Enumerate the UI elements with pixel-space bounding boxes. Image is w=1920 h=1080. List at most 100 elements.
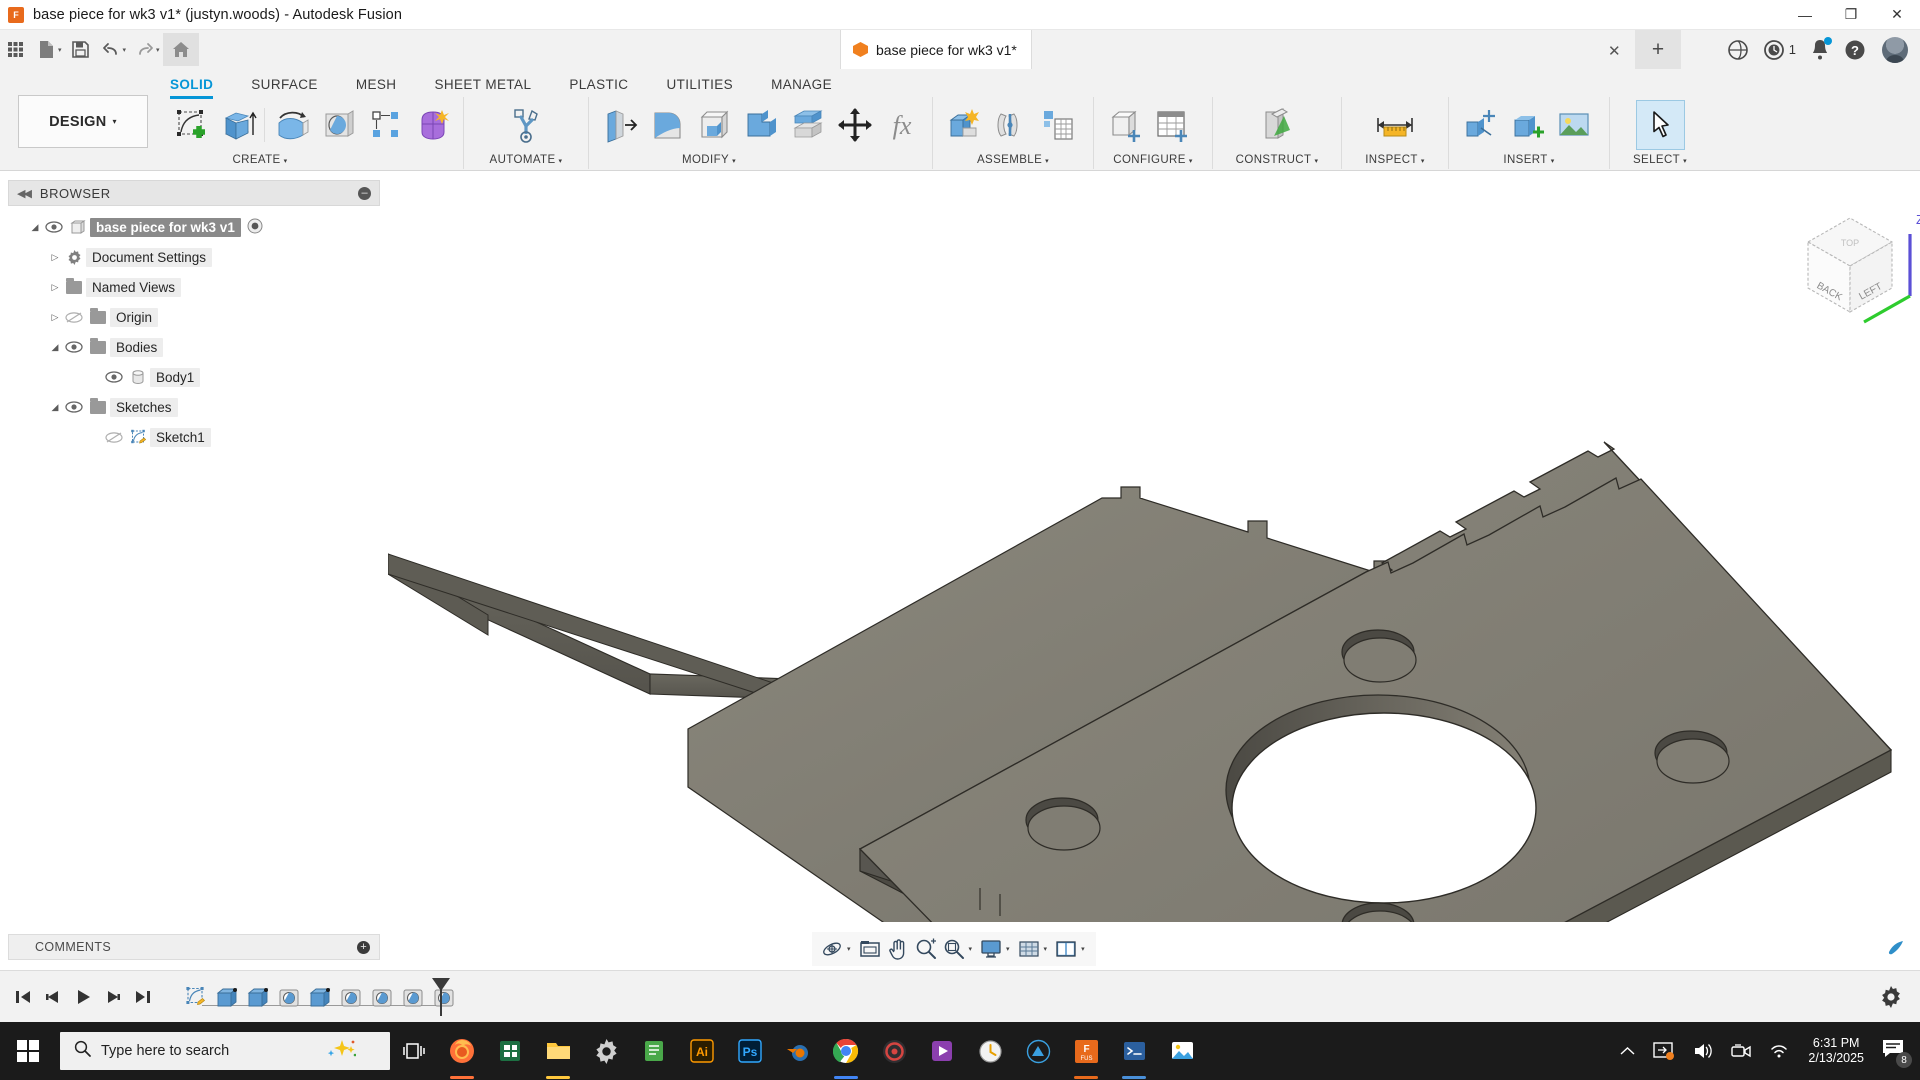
taskbar-blender[interactable] (774, 1022, 822, 1080)
tree-node-origin[interactable]: ▷ Origin (8, 302, 380, 332)
tab-surface[interactable]: SURFACE (251, 73, 318, 99)
onedrive-sync-icon[interactable] (1653, 1041, 1675, 1061)
panel-configure-label[interactable]: CONFIGURE (1113, 154, 1186, 166)
taskbar-clock-app[interactable] (966, 1022, 1014, 1080)
copilot-sparkle-icon[interactable] (324, 1039, 357, 1064)
display-settings-caret[interactable]: ▾ (1006, 945, 1010, 953)
tab-mesh[interactable]: MESH (356, 73, 397, 99)
configure-table-icon[interactable] (1148, 101, 1195, 149)
taskbar-adobe-photoshop[interactable]: Ps (726, 1022, 774, 1080)
timeline-feature-extrude1[interactable] (211, 982, 242, 1012)
bom-icon[interactable] (1034, 101, 1081, 149)
user-avatar[interactable] (1882, 36, 1908, 63)
timeline-marker[interactable] (432, 978, 450, 1016)
insert-canvas-icon[interactable] (1550, 101, 1597, 149)
configuration-icon[interactable] (1101, 101, 1148, 149)
workspace-selector[interactable]: DESIGN ▾ (18, 95, 148, 148)
wifi-icon[interactable] (1769, 1043, 1789, 1059)
document-tab-close-icon[interactable]: ✕ (1608, 42, 1621, 60)
panel-configure-caret[interactable]: ▾ (1189, 158, 1193, 165)
fusion-status-icon[interactable] (1886, 938, 1906, 958)
tree-node-sketch1[interactable]: Sketch1 (8, 422, 380, 452)
timeline-feature-extrude2[interactable] (242, 982, 273, 1012)
grid-snaps-icon[interactable] (1015, 935, 1043, 963)
orbit-caret[interactable]: ▾ (847, 945, 851, 953)
timeline-feature-extrude3[interactable] (304, 982, 335, 1012)
taskbar-adobe-illustrator[interactable]: Ai (678, 1022, 726, 1080)
body1-visibility-icon[interactable] (102, 371, 126, 383)
step-forward-icon[interactable] (98, 982, 128, 1012)
tree-node-document-settings[interactable]: ▷ Document Settings (8, 242, 380, 272)
model-render[interactable]: BACK LEFT TOP Z (388, 180, 1920, 922)
job-status-icon[interactable] (1763, 39, 1785, 61)
panel-create-label[interactable]: CREATE (232, 154, 280, 166)
tab-utilities[interactable]: UTILITIES (666, 73, 733, 99)
timeline-feature-hole1[interactable] (273, 982, 304, 1012)
undo-caret[interactable]: ▾ (123, 46, 127, 54)
panel-select-caret[interactable]: ▾ (1683, 158, 1687, 165)
pan-fit-icon[interactable] (856, 935, 884, 963)
camera-icon[interactable] (1731, 1043, 1752, 1059)
tree-node-sketches[interactable]: ◢ Sketches (8, 392, 380, 422)
panel-inspect-label[interactable]: INSPECT (1365, 154, 1418, 166)
pattern-icon[interactable] (362, 101, 409, 149)
taskbar-chrome[interactable] (822, 1022, 870, 1080)
panel-construct-label[interactable]: CONSTRUCT (1236, 154, 1312, 166)
tree-node-bodies[interactable]: ◢ Bodies (8, 332, 380, 362)
fillet-icon[interactable] (643, 101, 690, 149)
sweep-icon[interactable] (315, 101, 362, 149)
taskbar-obs-studio[interactable] (870, 1022, 918, 1080)
pan-icon[interactable] (884, 935, 912, 963)
tab-manage[interactable]: MANAGE (771, 73, 832, 99)
root-twisty-icon[interactable]: ◢ (28, 222, 42, 233)
panel-assemble-label[interactable]: ASSEMBLE (977, 154, 1042, 166)
minimize-button[interactable]: — (1782, 0, 1828, 30)
taskbar-firefox[interactable] (438, 1022, 486, 1080)
taskbar-settings[interactable] (582, 1022, 630, 1080)
view-cube[interactable]: BACK LEFT TOP Z (1806, 212, 1920, 324)
sketches-visibility-icon[interactable] (62, 401, 86, 413)
activate-component-icon[interactable] (247, 218, 263, 237)
document-tab[interactable]: base piece for wk3 v1* (840, 30, 1032, 69)
tree-node-root[interactable]: ◢ base piece for wk3 v1 (8, 212, 380, 242)
insert-mcmaster-icon[interactable] (1503, 101, 1550, 149)
panel-select-label[interactable]: SELECT (1633, 154, 1680, 166)
start-button[interactable] (0, 1022, 56, 1080)
automate-icon[interactable] (499, 101, 553, 149)
zoom-window-caret[interactable]: ▾ (969, 945, 973, 953)
origin-visibility-icon[interactable] (62, 311, 86, 324)
taskbar-notes-app[interactable] (630, 1022, 678, 1080)
taskbar-terminal[interactable] (1110, 1022, 1158, 1080)
new-document-caret[interactable]: ▾ (58, 46, 62, 54)
form-icon[interactable] (409, 101, 456, 149)
viewport-canvas[interactable]: BACK LEFT TOP Z (388, 180, 1920, 922)
tray-chevron-icon[interactable] (1620, 1046, 1635, 1057)
go-to-end-icon[interactable] (128, 982, 158, 1012)
measure-icon[interactable] (1368, 101, 1422, 149)
panel-inspect-caret[interactable]: ▾ (1421, 158, 1425, 165)
move-copy-icon[interactable] (831, 101, 878, 149)
browser-minimize-icon[interactable]: – (358, 186, 371, 200)
parameters-icon[interactable]: fx (878, 101, 925, 149)
panel-insert-caret[interactable]: ▾ (1551, 158, 1555, 165)
browser-collapse-icon[interactable]: ◀◀ (17, 187, 32, 200)
tree-node-body1[interactable]: Body1 (8, 362, 380, 392)
tab-sheet-metal[interactable]: SHEET METAL (434, 73, 531, 99)
joint-icon[interactable] (987, 101, 1034, 149)
zoom-window-icon[interactable] (940, 935, 968, 963)
play-icon[interactable] (68, 982, 98, 1012)
taskbar-fusion-360[interactable]: F FUS (1062, 1022, 1110, 1080)
notifications-icon[interactable] (1810, 37, 1832, 60)
maximize-button[interactable]: ❐ (1828, 0, 1874, 30)
root-visibility-icon[interactable] (42, 221, 66, 233)
press-pull-icon[interactable] (596, 101, 643, 149)
taskbar-photos[interactable] (1158, 1022, 1206, 1080)
timeline-feature-hole3[interactable] (366, 982, 397, 1012)
viewports-caret[interactable]: ▾ (1081, 945, 1085, 953)
taskbar-search-box[interactable]: Type here to search (60, 1032, 390, 1070)
panel-automate-caret[interactable]: ▾ (559, 158, 563, 165)
save-icon[interactable] (65, 34, 96, 65)
panel-automate-label[interactable]: AUTOMATE (490, 154, 556, 166)
revolve-icon[interactable] (268, 101, 315, 149)
go-to-beginning-icon[interactable] (8, 982, 38, 1012)
